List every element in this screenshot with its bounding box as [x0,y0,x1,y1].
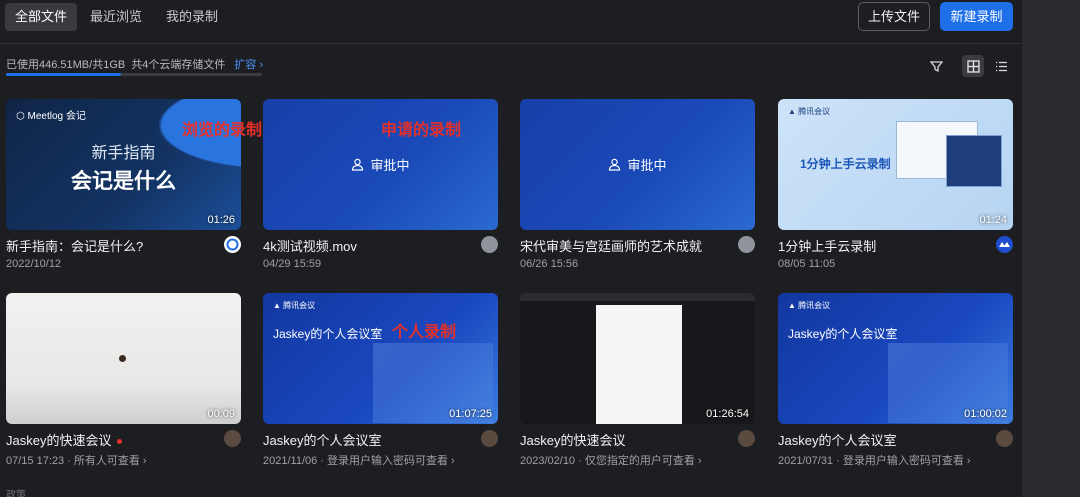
avatar [481,430,498,447]
annotation-apply: 申请的录制 [381,122,462,139]
recording-title[interactable]: Jaskey的快速会议 [520,430,755,449]
duration-label: 01:26 [207,214,235,226]
avatar [996,236,1013,253]
video-thumbnail[interactable]: 审批中 [520,99,755,230]
meetlog-logo: ⬡ Meetlog 会记 [16,111,86,122]
recording-meta: 2021/11/06 · 登录用户输入密码可查看 › [263,455,455,467]
filter-button[interactable] [925,55,947,77]
user-icon [609,158,621,171]
video-thumbnail[interactable]: ▲ 腾讯会议 1分钟上手云录制 01:24 [778,99,1013,230]
avatar [738,430,755,447]
recording-meta: 06/26 15:56 [520,258,579,270]
footer-link[interactable]: 政策 [6,486,26,497]
tab-all-files[interactable]: 全部文件 [5,3,78,31]
top-bar: 全部文件 最近浏览 我的录制 上传文件 新建录制 [0,0,1022,44]
new-recording-button[interactable]: 新建录制 [940,2,1013,31]
recording-title[interactable]: Jaskey的个人会议室 [263,430,498,449]
approval-status: 审批中 [370,158,410,173]
duration-label: 01:24 [979,214,1007,226]
tencent-logo-icon: ▲ [273,301,284,310]
video-thumbnail[interactable]: ▲ 腾讯会议 Jaskey的个人会议室 01:00:02 [778,293,1013,424]
meetlog-logo-icon: ⬡ [16,111,28,122]
chevron-right-icon[interactable]: › [967,455,971,467]
chevron-right-icon[interactable]: › [698,455,702,467]
tab-my-recordings[interactable]: 我的录制 [156,3,228,31]
storage-progress-fill [6,73,122,76]
tab-recent[interactable]: 最近浏览 [80,3,152,31]
grid-view-icon [966,59,980,73]
thumb-caption: 1分钟上手云录制 [800,157,891,171]
storage-used: 已使用446.51MB/共1GB [6,59,126,71]
duration-label: 01:26:54 [706,408,749,420]
screenshot-graphic [946,135,1002,187]
list-view-button[interactable] [990,55,1012,77]
recording-card[interactable]: ▲ 腾讯会议 Jaskey的个人会议室 01:00:02 Jaskey的个人会议… [778,293,1013,468]
recording-title[interactable]: 新手指南：会记是什么? [6,236,241,255]
tencent-logo-icon: ▲ [788,301,799,310]
recording-meta: 2021/07/31 · 登录用户输入密码可查看 › [778,455,971,467]
recording-title[interactable]: 1分钟上手云录制 [778,236,1013,255]
expand-link[interactable]: 扩容 › [234,59,263,71]
recording-meta: 2022/10/12 [6,258,62,270]
recording-title[interactable]: Jaskey的快速会议 [6,430,241,449]
chevron-right-icon[interactable]: › [451,455,455,467]
annotation-browse: 浏览的录制 [182,122,263,139]
recording-card[interactable]: 01:26:54 Jaskey的快速会议 2023/02/10 · 仅您指定的用… [520,293,755,468]
approval-overlay: 审批中 [520,99,755,230]
video-frame-object [119,355,126,362]
storage-progress-bar [6,73,262,76]
avatar [738,236,755,253]
list-view-icon [995,61,1007,71]
avatar [481,236,498,253]
screen-toolbar [520,293,755,301]
tencent-logo-icon: ▲ [788,107,799,116]
video-thumbnail[interactable]: 01:26:54 [520,293,755,424]
recording-card[interactable]: ▲ 腾讯会议 Jaskey的个人会议室 01:07:25 Jaskey的个人会议… [263,293,498,468]
thumb-heading-large: 会记是什么 [71,170,176,193]
upload-button[interactable]: 上传文件 [858,2,930,31]
grid-view-button[interactable] [962,55,984,77]
video-thumbnail[interactable]: ▲ 腾讯会议 Jaskey的个人会议室 01:07:25 [263,293,498,424]
storage-file-count: 共4个云端存储文件 [131,59,226,71]
storage-info: 已使用446.51MB/共1GB 共4个云端存储文件 扩容 › [6,56,263,72]
avatar [224,430,241,447]
avatar [996,430,1013,447]
duration-label: 01:07:25 [449,408,492,420]
recording-title[interactable]: 宋代审美与宫廷画师的艺术成就 [520,236,755,255]
tencent-meeting-logo: ▲ 腾讯会议 [273,301,316,310]
video-thumbnail[interactable]: 00:09 [6,293,241,424]
recording-title[interactable]: 4k测试视频.mov [263,236,498,255]
duration-label: 01:00:02 [964,408,1007,420]
recording-card[interactable]: 00:09 Jaskey的快速会议 07/15 17:23 · 所有人可查看 › [6,293,241,468]
recording-card[interactable]: 审批中 宋代审美与宫廷画师的艺术成就 06/26 15:56 [520,99,755,270]
thumb-heading: 新手指南 [91,145,156,162]
duration-label: 00:09 [207,408,235,420]
recording-meta: 2023/02/10 · 仅您指定的用户可查看 › [520,455,702,467]
recording-card[interactable]: ▲ 腾讯会议 1分钟上手云录制 01:24 1分钟上手云录制 08/05 11:… [778,99,1013,270]
thumb-caption: Jaskey的个人会议室 [273,327,383,341]
chevron-right-icon[interactable]: › [143,455,147,467]
annotation-personal: 个人录制 [392,324,457,341]
recording-meta: 04/29 15:59 [263,258,322,270]
recording-meta: 07/15 17:23 · 所有人可查看 › [6,455,147,467]
tencent-meeting-logo: ▲ 腾讯会议 [788,107,831,116]
recording-meta: 08/05 11:05 [778,258,836,270]
avatar [224,236,241,253]
live-dot [117,439,123,445]
tencent-meeting-logo: ▲ 腾讯会议 [788,301,831,310]
chevron-right-icon: › [256,59,264,71]
thumb-caption: Jaskey的个人会议室 [788,327,898,341]
right-side-panel [1022,0,1080,497]
recording-title[interactable]: Jaskey的个人会议室 [778,430,1013,449]
recordings-panel: 全部文件 最近浏览 我的录制 上传文件 新建录制 已使用446.51MB/共1G… [0,0,1022,497]
filter-icon [929,60,943,72]
document-page [596,305,682,424]
approval-status: 审批中 [627,158,667,173]
user-icon [352,158,364,171]
